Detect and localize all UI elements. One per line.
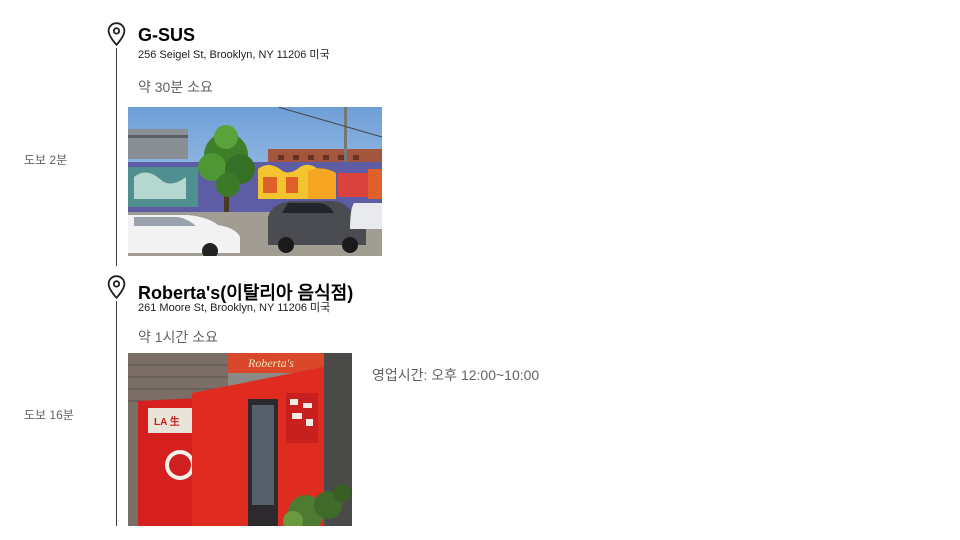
location-pin-icon [107,275,126,299]
visit-duration: 약 1시간 소요 [138,329,218,345]
restaurant-entrance-photo[interactable]: Roberta's LA 生 [128,353,352,526]
street-graffiti-photo[interactable] [128,107,382,256]
stop-address: 261 Moore St, Brooklyn, NY 11206 미국 [138,302,331,314]
visit-duration: 약 30분 소요 [138,79,213,95]
location-pin-icon [107,22,126,46]
timeline-line [116,301,117,526]
svg-text:LA 生: LA 生 [154,415,180,428]
stop-name[interactable]: G-SUS [138,25,195,46]
svg-text:Roberta's: Roberta's [247,356,294,370]
walk-time: 도보 2분 [24,153,68,167]
walk-time: 도보 16분 [24,408,74,422]
stop-address: 256 Seigel St, Brooklyn, NY 11206 미국 [138,49,330,61]
opening-hours: 영업시간: 오후 12:00~10:00 [372,367,540,383]
timeline-line [116,48,117,266]
